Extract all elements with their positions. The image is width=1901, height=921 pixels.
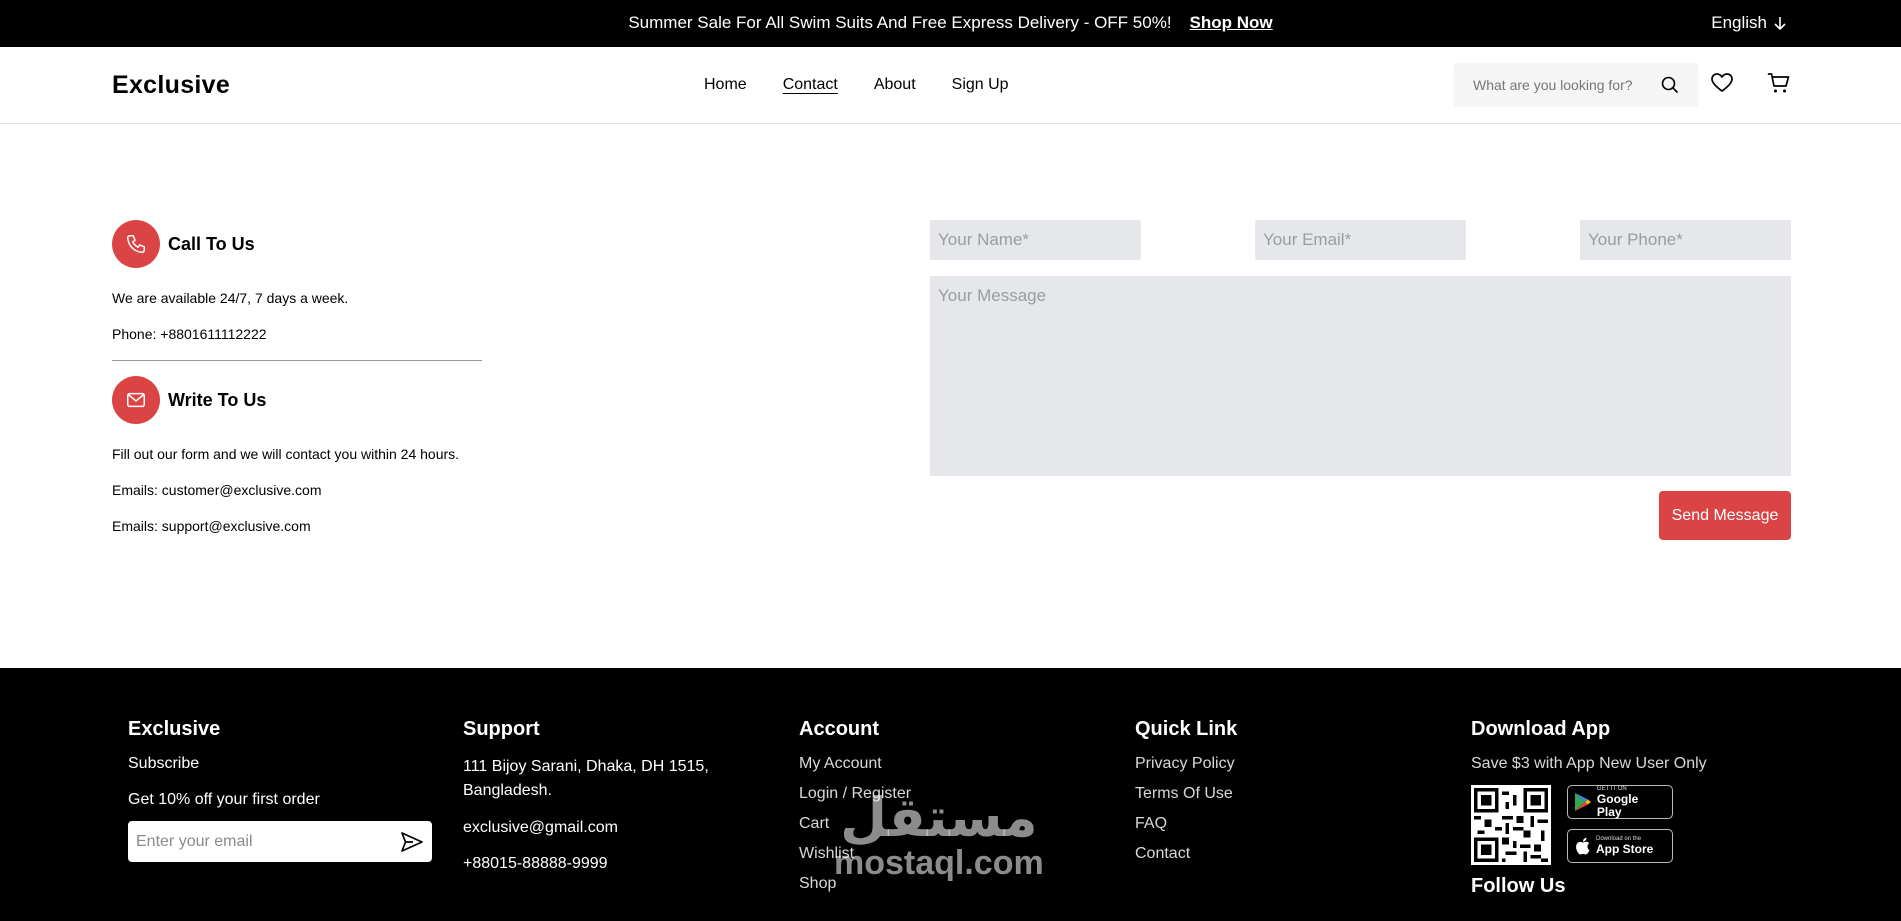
footer-exclusive-title: Exclusive: [128, 718, 221, 740]
promo-text-wrap: Summer Sale For All Swim Suits And Free …: [0, 13, 1901, 33]
phone-icon: [112, 220, 160, 268]
main-nav: Home Contact About Sign Up: [704, 76, 1009, 94]
google-play-big: Google Play: [1596, 791, 1639, 819]
send-message-button[interactable]: Send Message: [1659, 491, 1791, 540]
download-note: Save $3 with App New User Only: [1471, 755, 1707, 772]
watermark-arabic: مستقل: [840, 786, 1038, 849]
subscribe-label: Subscribe: [128, 755, 200, 772]
mail-icon: [112, 376, 160, 424]
call-title: Call To Us: [168, 233, 255, 254]
message-field[interactable]: [930, 276, 1791, 476]
footer-quick-link-col: Quick Link Privacy Policy Terms Of Use F…: [1135, 718, 1237, 875]
link-terms-of-use[interactable]: Terms Of Use: [1135, 785, 1237, 803]
support-email: Emails: support@exclusive.com: [112, 518, 311, 534]
footer-support-col: Support 111 Bijoy Sarani, Dhaka, DH 1515…: [463, 718, 733, 885]
store-badges: GET IT ON Google Play Download on the Ap…: [1567, 785, 1673, 865]
support-address: 111 Bijoy Sarani, Dhaka, DH 1515, Bangla…: [463, 758, 709, 799]
language-label: English: [1711, 13, 1767, 32]
link-my-account[interactable]: My Account: [799, 755, 911, 773]
contact-info-card: Call To Us We are available 24/7, 7 days…: [112, 220, 482, 534]
footer-account-title: Account: [799, 718, 879, 740]
link-privacy-policy[interactable]: Privacy Policy: [1135, 755, 1237, 773]
subscribe-offer: Get 10% off your first order: [128, 791, 320, 808]
support-email-footer: exclusive@gmail.com: [463, 819, 618, 836]
send-icon[interactable]: [400, 831, 424, 853]
search-icon[interactable]: [1661, 76, 1679, 94]
footer-quick-link-title: Quick Link: [1135, 718, 1238, 740]
subscribe-email-input[interactable]: [136, 832, 386, 851]
footer-exclusive-col: Exclusive Subscribe Get 10% off your fir…: [128, 718, 432, 862]
app-store-badge[interactable]: Download on the App Store: [1567, 829, 1673, 863]
footer-download-title: Download App: [1471, 718, 1611, 740]
phone-field[interactable]: [1580, 220, 1791, 260]
call-section-header: Call To Us: [112, 220, 482, 268]
write-section-header: Write To Us: [112, 376, 482, 424]
apple-icon: [1576, 837, 1590, 855]
call-availability: We are available 24/7, 7 days a week.: [112, 290, 349, 306]
link-contact[interactable]: Contact: [1135, 845, 1237, 863]
qr-code: [1471, 785, 1551, 865]
info-divider: [112, 360, 482, 361]
name-field[interactable]: [930, 220, 1141, 260]
support-phone-footer: +88015-88888-9999: [463, 855, 608, 872]
nav-about[interactable]: About: [874, 76, 916, 94]
email-field[interactable]: [1255, 220, 1466, 260]
logo[interactable]: Exclusive: [112, 71, 230, 100]
customer-email: Emails: customer@exclusive.com: [112, 482, 322, 498]
promo-text: Summer Sale For All Swim Suits And Free …: [628, 13, 1172, 32]
follow-us-title: Follow Us: [1471, 875, 1566, 897]
subscribe-box: [128, 821, 432, 862]
heart-icon[interactable]: [1710, 71, 1734, 95]
app-row: GET IT ON Google Play Download on the Ap…: [1471, 785, 1707, 865]
write-description: Fill out our form and we will contact yo…: [112, 446, 460, 462]
call-phone: Phone: +8801611112222: [112, 326, 267, 342]
cart-icon[interactable]: [1767, 71, 1791, 95]
search-bar: [1453, 63, 1699, 107]
main-header: Exclusive Home Contact About Sign Up: [0, 47, 1901, 124]
google-play-icon: [1574, 793, 1591, 811]
nav-home[interactable]: Home: [704, 76, 747, 94]
nav-sign-up[interactable]: Sign Up: [952, 76, 1009, 94]
app-store-big: App Store: [1596, 842, 1654, 856]
top-banner: Summer Sale For All Swim Suits And Free …: [0, 0, 1901, 47]
watermark-logo: مستقل mostaql.com: [834, 786, 1044, 882]
nav-contact[interactable]: Contact: [783, 76, 838, 94]
language-selector[interactable]: English: [1711, 13, 1787, 33]
footer-support-title: Support: [463, 718, 540, 740]
footer-download-col: Download App Save $3 with App New User O…: [1471, 718, 1707, 898]
search-input[interactable]: [1473, 77, 1651, 93]
write-title: Write To Us: [168, 389, 267, 410]
arrow-down-icon: [1774, 17, 1786, 31]
watermark-latin: mostaql.com: [834, 844, 1044, 882]
shop-now-link[interactable]: Shop Now: [1190, 13, 1273, 32]
google-play-badge[interactable]: GET IT ON Google Play: [1567, 785, 1673, 819]
link-faq[interactable]: FAQ: [1135, 815, 1237, 833]
